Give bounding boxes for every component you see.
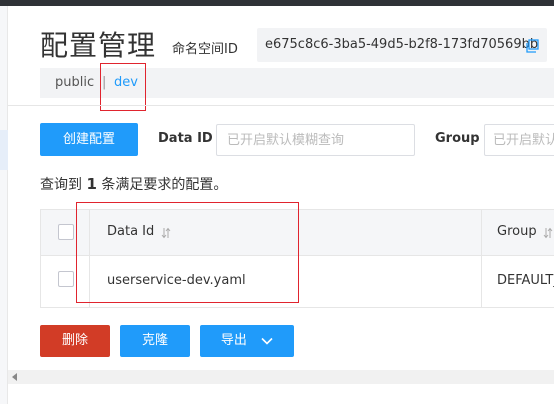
data-id-filter-label: Data ID <box>158 131 213 146</box>
namespace-tab-public[interactable]: public <box>55 75 94 90</box>
result-count: 1 <box>86 175 97 193</box>
clone-button[interactable]: 克隆 <box>120 325 190 357</box>
result-prefix: 查询到 <box>40 177 82 193</box>
column-divider <box>481 210 482 307</box>
delete-button[interactable]: 删除 <box>40 325 110 357</box>
sidebar-edge <box>0 6 8 404</box>
sidebar-selected-item[interactable] <box>0 130 8 170</box>
table-header: Data Id Group <box>41 210 554 256</box>
group-search-input[interactable] <box>484 124 554 156</box>
namespace-id-label: 命名空间ID <box>172 42 238 57</box>
namespace-tab-dev[interactable]: dev <box>114 75 138 90</box>
horizontal-scrollbar[interactable] <box>8 370 554 384</box>
data-id-search-input[interactable] <box>216 124 415 156</box>
export-button[interactable]: 导出 <box>200 325 294 357</box>
create-config-button[interactable]: 创建配置 <box>40 123 138 156</box>
page-title: 配置管理 <box>40 29 157 62</box>
group-filter-label: Group <box>435 131 480 146</box>
select-all-checkbox[interactable] <box>58 224 74 240</box>
result-suffix: 条满足要求的配置。 <box>101 177 228 193</box>
sort-icon[interactable] <box>161 227 171 239</box>
namespace-id-value: e675c8c6-3ba5-49d5-b2f8-173fd70569bb <box>265 37 539 52</box>
scroll-left-arrow-icon[interactable] <box>12 373 17 381</box>
sort-icon[interactable] <box>543 227 553 239</box>
column-divider <box>89 210 90 307</box>
cell-group: DEFAULT_ <box>497 273 554 288</box>
row-checkbox[interactable] <box>58 271 74 287</box>
column-header-data-id[interactable]: Data Id <box>107 224 154 239</box>
namespace-id-box: e675c8c6-3ba5-49d5-b2f8-173fd70569bb <box>257 28 547 62</box>
namespace-tabs: public | dev <box>40 68 554 98</box>
export-button-label: 导出 <box>220 333 247 348</box>
table-row[interactable]: userservice-dev.yaml DEFAULT_ <box>41 257 554 307</box>
namespace-tab-separator: | <box>102 75 107 90</box>
column-header-group[interactable]: Group <box>497 224 537 239</box>
result-summary: 查询到 1 条满足要求的配置。 <box>40 174 227 194</box>
cell-data-id: userservice-dev.yaml <box>107 273 246 288</box>
config-table: Data Id Group userservice-dev.yaml DEFAU… <box>40 209 554 308</box>
divider <box>8 105 554 106</box>
top-bar <box>0 0 554 6</box>
copy-icon[interactable] <box>525 39 539 53</box>
chevron-down-icon <box>261 337 273 345</box>
